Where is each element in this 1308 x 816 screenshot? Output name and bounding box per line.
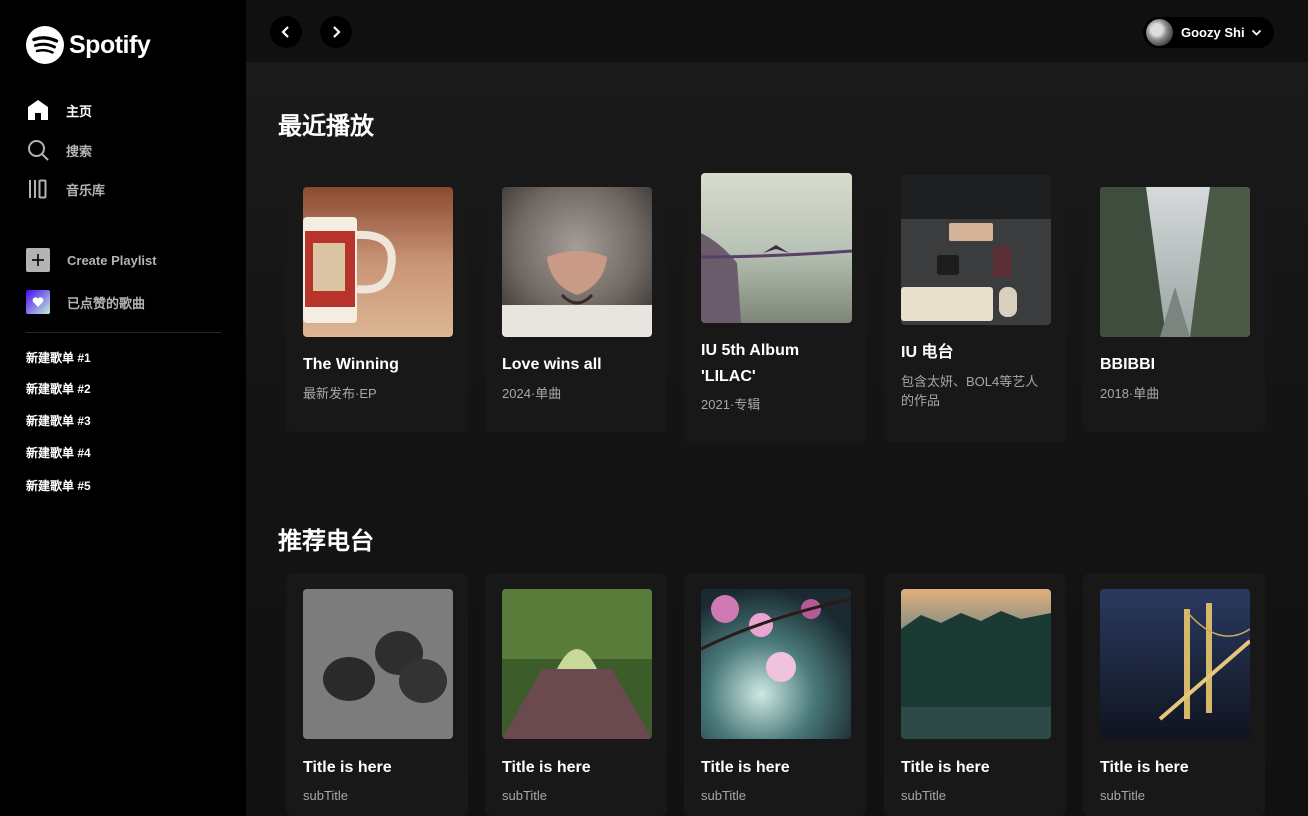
radio-card[interactable]: Title is here subTitle xyxy=(286,573,468,816)
radio-art-pinecones xyxy=(303,589,453,739)
card-title: Title is here xyxy=(303,759,392,776)
home-icon xyxy=(26,98,50,122)
plus-icon xyxy=(26,248,50,272)
card-subtitle: subTitle xyxy=(1100,788,1146,803)
album-art-foggy-tree-road xyxy=(1100,187,1250,337)
liked-songs-button[interactable]: 已点赞的歌曲 xyxy=(26,290,145,314)
card-title: Title is here xyxy=(502,759,591,776)
playlist-item[interactable]: 新建歌单 #1 xyxy=(26,349,91,366)
nav-search-label: 搜索 xyxy=(66,143,93,159)
playlist-item[interactable]: 新建歌单 #4 xyxy=(26,444,91,461)
card-title: Title is here xyxy=(1100,759,1189,776)
chevron-left-icon xyxy=(281,26,289,38)
chevron-down-icon xyxy=(1251,29,1261,36)
radio-art-forest-sunset xyxy=(901,589,1051,739)
card-subtitle: 包含太妍、BOL4等艺人的作品 xyxy=(901,374,1039,408)
album-card[interactable]: IU 5th Album 'LILAC' 2021·专辑 xyxy=(684,157,866,444)
chevron-right-icon xyxy=(333,26,341,38)
card-title: Title is here xyxy=(701,759,790,776)
album-card[interactable]: Love wins all 2024·单曲 xyxy=(485,171,667,432)
avatar xyxy=(1146,19,1173,46)
section-title-recent: 最近播放 xyxy=(278,113,374,140)
radio-card[interactable]: Title is here subTitle xyxy=(1083,573,1265,816)
forward-button[interactable] xyxy=(320,16,352,48)
sidebar-divider xyxy=(26,332,221,333)
radio-card[interactable]: Title is here subTitle xyxy=(485,573,667,816)
radio-art-pink-blossoms xyxy=(701,589,851,739)
album-card[interactable]: The Winning 最新发布·EP xyxy=(286,171,468,432)
album-card[interactable]: BBIBBI 2018·单曲 xyxy=(1083,171,1265,432)
album-art-seascape-bird xyxy=(701,173,852,323)
heart-icon xyxy=(26,290,50,314)
brand-name: Spotify xyxy=(69,30,151,59)
playlist-item[interactable]: 新建歌单 #5 xyxy=(26,477,91,494)
nav-search[interactable]: 搜索 xyxy=(26,138,92,162)
card-subtitle: 最新发布·EP xyxy=(303,386,377,401)
sidebar: Spotify 主页 搜索 音乐库 Create Playlist 已点赞的歌曲… xyxy=(0,0,246,816)
search-icon xyxy=(26,138,50,162)
user-name: Goozy Shi xyxy=(1181,25,1245,40)
radio-art-bridge-night xyxy=(1100,589,1250,739)
album-art-red-mug xyxy=(303,187,453,337)
card-title: The Winning xyxy=(303,356,399,373)
spotify-logo[interactable]: Spotify xyxy=(26,26,151,64)
card-subtitle: subTitle xyxy=(502,788,548,803)
card-subtitle: 2021·专辑 xyxy=(701,397,761,412)
album-card[interactable]: IU 电台 包含太妍、BOL4等艺人的作品 xyxy=(884,159,1066,442)
card-subtitle: subTitle xyxy=(701,788,747,803)
user-menu-button[interactable]: Goozy Shi xyxy=(1143,17,1274,48)
card-subtitle: subTitle xyxy=(901,788,947,803)
liked-songs-label: 已点赞的歌曲 xyxy=(67,295,146,311)
section-title-radio: 推荐电台 xyxy=(278,528,374,555)
nav-library[interactable]: 音乐库 xyxy=(26,177,105,201)
card-title: BBIBBI xyxy=(1100,356,1156,373)
album-art-cat-nose xyxy=(502,187,652,337)
create-playlist-label: Create Playlist xyxy=(67,252,157,268)
card-title: IU 电台 xyxy=(901,344,954,361)
card-subtitle: subTitle xyxy=(303,788,349,803)
nav-home[interactable]: 主页 xyxy=(26,98,92,122)
radio-card[interactable]: Title is here subTitle xyxy=(884,573,1066,816)
back-button[interactable] xyxy=(270,16,302,48)
nav-home-label: 主页 xyxy=(66,103,93,119)
playlist-item[interactable]: 新建歌单 #2 xyxy=(26,380,91,397)
spotify-logo-icon xyxy=(26,26,64,64)
radio-art-forest-path xyxy=(502,589,652,739)
card-title: IU 5th Album 'LILAC' xyxy=(701,342,800,385)
create-playlist-button[interactable]: Create Playlist xyxy=(26,248,157,272)
top-bar: Goozy Shi xyxy=(246,0,1308,62)
playlist-item[interactable]: 新建歌单 #3 xyxy=(26,412,91,429)
main-content: Goozy Shi 最近播放 The Winning 最新发布·EP Love … xyxy=(246,0,1308,816)
radio-card[interactable]: Title is here subTitle xyxy=(684,573,866,816)
nav-library-label: 音乐库 xyxy=(66,182,106,198)
card-title: Title is here xyxy=(901,759,990,776)
album-art-desk-setup xyxy=(901,175,1051,325)
card-title: Love wins all xyxy=(502,356,602,373)
card-subtitle: 2024·单曲 xyxy=(502,386,562,401)
library-icon xyxy=(26,177,50,201)
card-subtitle: 2018·单曲 xyxy=(1100,386,1160,401)
